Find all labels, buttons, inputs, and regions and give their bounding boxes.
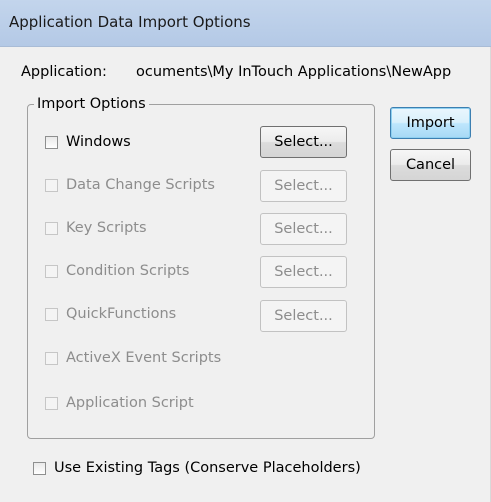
windows-checkbox[interactable] [45,135,58,149]
import-options-group-label: Import Options [37,96,146,112]
key-scripts-checkbox[interactable] [45,221,58,235]
quickfunctions-select-button[interactable]: Select... [260,300,347,332]
condition-scripts-checkbox[interactable] [45,264,58,278]
quickfunctions-option[interactable]: QuickFunctions [45,305,176,323]
window-title: Application Data Import Options [9,13,251,31]
title-bar[interactable]: Application Data Import Options [0,0,491,47]
use-existing-tags-label: Use Existing Tags (Conserve Placeholders… [54,460,361,476]
key-scripts-option[interactable]: Key Scripts [45,219,147,237]
activex-event-scripts-option[interactable]: ActiveX Event Scripts [45,349,221,367]
use-existing-tags-checkbox[interactable] [33,461,46,475]
key-scripts-label: Key Scripts [66,220,147,236]
windows-label: Windows [66,134,131,150]
data-change-scripts-label: Data Change Scripts [66,177,215,193]
data-change-scripts-select-button[interactable]: Select... [260,170,347,202]
condition-scripts-label: Condition Scripts [66,263,190,279]
application-label: Application: [21,64,107,80]
application-path: ocuments\My InTouch Applications\NewApp [136,64,452,80]
condition-scripts-select-button[interactable]: Select... [260,256,347,288]
use-existing-tags-option[interactable]: Use Existing Tags (Conserve Placeholders… [33,459,361,477]
activex-event-scripts-label: ActiveX Event Scripts [66,350,222,366]
import-button[interactable]: Import [390,107,471,139]
key-scripts-select-button[interactable]: Select... [260,213,347,245]
application-script-option[interactable]: Application Script [45,394,194,412]
windows-option[interactable]: Windows [45,133,131,151]
quickfunctions-label: QuickFunctions [66,306,177,322]
quickfunctions-checkbox[interactable] [45,307,58,321]
activex-event-scripts-checkbox[interactable] [45,351,58,365]
windows-select-button[interactable]: Select... [260,126,347,158]
cancel-button[interactable]: Cancel [390,149,471,181]
application-script-checkbox[interactable] [45,396,58,410]
import-options-dialog: Application Data Import Options Applicat… [0,0,491,502]
application-script-label: Application Script [66,395,194,411]
data-change-scripts-checkbox[interactable] [45,178,58,192]
condition-scripts-option[interactable]: Condition Scripts [45,262,189,280]
data-change-scripts-option[interactable]: Data Change Scripts [45,176,215,194]
application-row: Application: ocuments\My InTouch Applicat… [21,64,451,80]
